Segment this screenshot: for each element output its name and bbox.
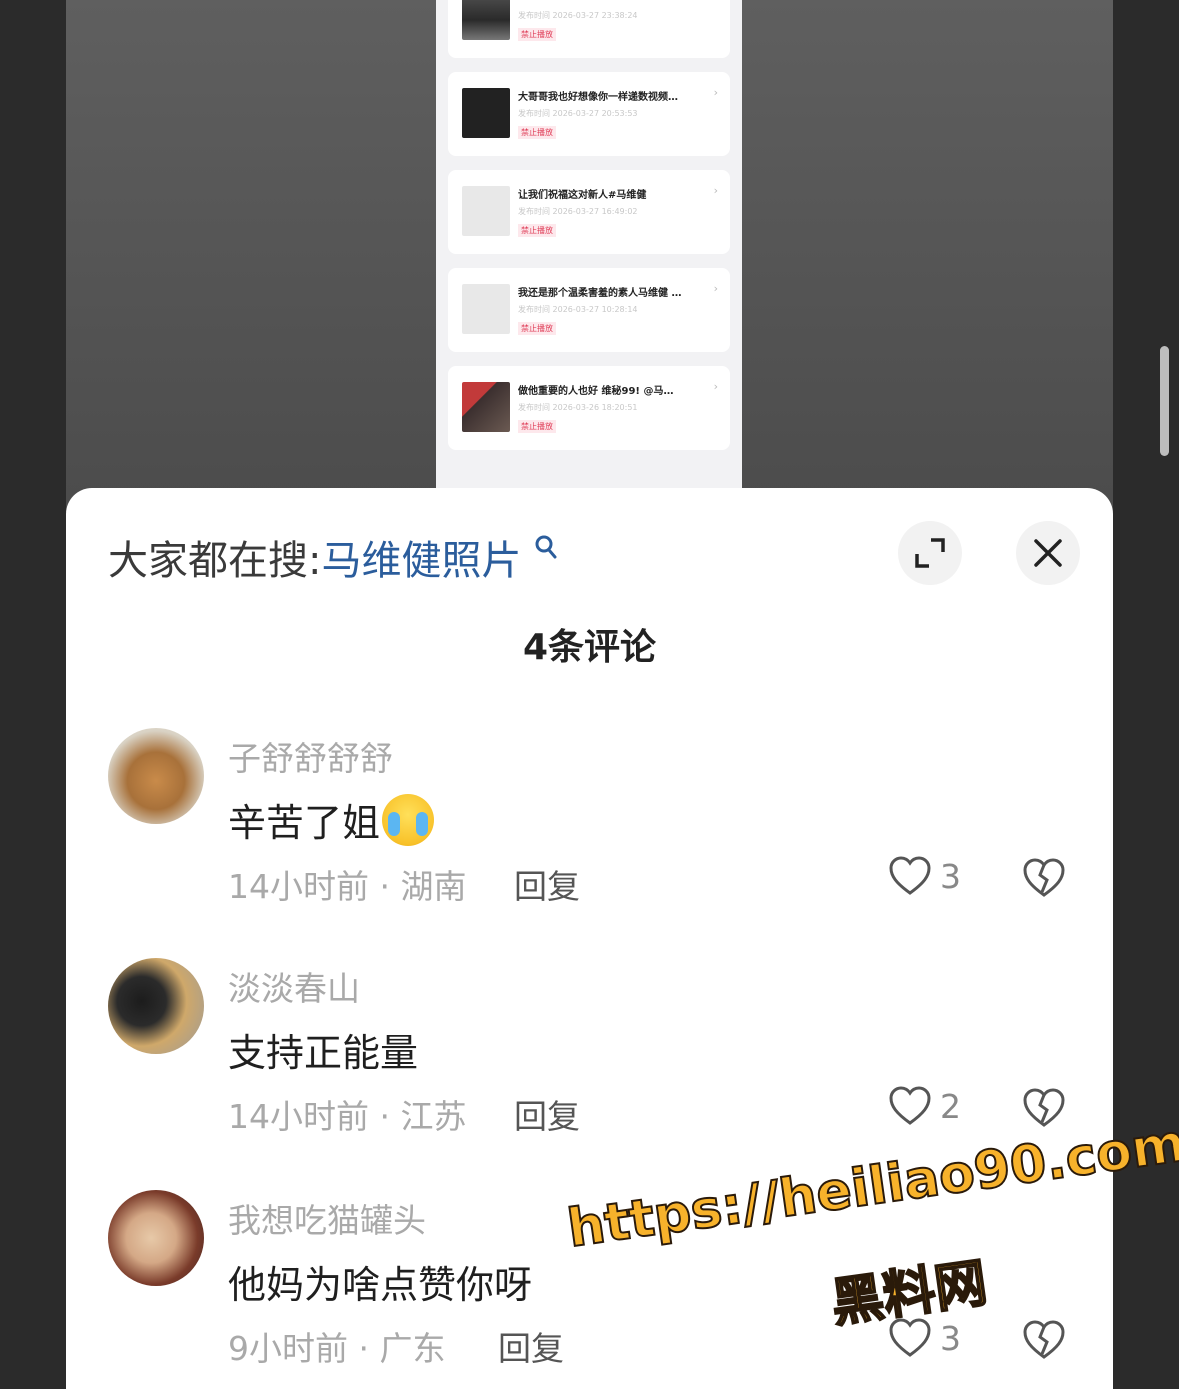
heart-icon (889, 1086, 931, 1125)
post-thumbnail (462, 382, 510, 432)
like-count: 2 (940, 1086, 961, 1126)
post-card: 做他重要的人也好 维秘99! @马… 发布时间 2026-03-26 18:20… (448, 366, 730, 450)
post-thumbnail (462, 88, 510, 138)
post-card: 我还是那个温柔害羞的素人马维健 … 发布时间 2026-03-27 10:28:… (448, 268, 730, 352)
post-time: 发布时间 2026-03-27 10:28:14 (518, 305, 638, 314)
reply-button[interactable]: 回复 (498, 1322, 564, 1370)
comment-text: 他妈为啥点赞你呀 (228, 1263, 533, 1307)
background-screenshot: … 发布时间 2026-03-27 23:38:24 禁止播放 大哥哥我也好想像… (436, 0, 742, 500)
post-title: 大哥哥我也好想像你一样递数视频… (518, 92, 678, 103)
broken-heart-icon[interactable] (1022, 1320, 1066, 1360)
like-button[interactable]: 2 (888, 1086, 961, 1126)
post-title: 让我们祝福这对新人#马维健 (518, 190, 647, 201)
avatar[interactable] (108, 958, 204, 1054)
post-card: 大哥哥我也好想像你一样递数视频… 发布时间 2026-03-27 20:53:5… (448, 72, 730, 156)
search-suggestion-label: 大家都在搜: (108, 538, 322, 584)
expand-icon (915, 538, 945, 568)
post-time: 发布时间 2026-03-26 18:20:51 (518, 403, 638, 412)
expand-button[interactable] (898, 521, 962, 585)
post-card: … 发布时间 2026-03-27 23:38:24 禁止播放 (448, 0, 730, 58)
crying-laughing-emoji (382, 794, 435, 846)
comment-text-content: 辛苦了姐 (228, 801, 381, 845)
comment-time-region: 9小时前 · 广东 (228, 1329, 446, 1368)
scrollbar[interactable] (1160, 346, 1169, 456)
post-status-tag: 禁止播放 (518, 322, 556, 335)
post-thumbnail (462, 284, 510, 334)
comment-item: 子舒舒舒舒 辛苦了姐 14小时前 · 湖南 回复 3 (66, 728, 1113, 938)
comment-item: 淡淡春山 支持正能量 14小时前 · 江苏 回复 2 (66, 958, 1113, 1168)
comment-username[interactable]: 淡淡春山 (228, 962, 360, 1010)
like-button[interactable]: 3 (888, 856, 961, 896)
chevron-right-icon: › (713, 86, 718, 99)
post-title: 做他重要的人也好 维秘99! @马… (518, 386, 674, 397)
post-time: 发布时间 2026-03-27 16:49:02 (518, 207, 638, 216)
post-status-tag: 禁止播放 (518, 224, 556, 237)
search-suggestion[interactable]: 大家都在搜:马维健照片 (108, 528, 558, 586)
post-status-tag: 禁止播放 (518, 420, 556, 433)
heart-icon (889, 856, 931, 895)
close-button[interactable] (1016, 521, 1080, 585)
post-thumbnail (462, 0, 510, 40)
reply-button[interactable]: 回复 (514, 1090, 580, 1138)
reply-button[interactable]: 回复 (514, 860, 580, 908)
post-title: … (518, 0, 698, 1)
post-time: 发布时间 2026-03-27 23:38:24 (518, 11, 638, 20)
broken-heart-icon[interactable] (1022, 858, 1066, 898)
comment-time-region: 14小时前 · 江苏 (228, 1097, 467, 1136)
like-count: 3 (940, 1318, 961, 1358)
search-icon[interactable] (525, 535, 557, 567)
avatar[interactable] (108, 1190, 204, 1286)
chevron-right-icon: › (713, 380, 718, 393)
chevron-right-icon: › (713, 282, 718, 295)
post-time: 发布时间 2026-03-27 20:53:53 (518, 109, 638, 118)
close-icon (1034, 539, 1062, 567)
chevron-right-icon: › (713, 184, 718, 197)
post-card: 让我们祝福这对新人#马维健 发布时间 2026-03-27 16:49:02 禁… (448, 170, 730, 254)
comment-time-region: 14小时前 · 湖南 (228, 867, 467, 906)
post-thumbnail (462, 186, 510, 236)
post-title: 我还是那个温柔害羞的素人马维健 … (518, 288, 682, 299)
search-suggestion-term[interactable]: 马维健照片 (321, 538, 521, 584)
comment-username[interactable]: 子舒舒舒舒 (228, 732, 393, 780)
broken-heart-icon[interactable] (1022, 1088, 1066, 1128)
comment-count-title: 4条评论 (522, 627, 657, 668)
comment-text: 支持正能量 (228, 1031, 419, 1075)
comment-text: 辛苦了姐 (228, 792, 435, 847)
post-status-tag: 禁止播放 (518, 28, 556, 41)
avatar[interactable] (108, 728, 204, 824)
like-count: 3 (940, 856, 961, 896)
post-status-tag: 禁止播放 (518, 126, 556, 139)
comment-username[interactable]: 我想吃猫罐头 (228, 1194, 426, 1242)
